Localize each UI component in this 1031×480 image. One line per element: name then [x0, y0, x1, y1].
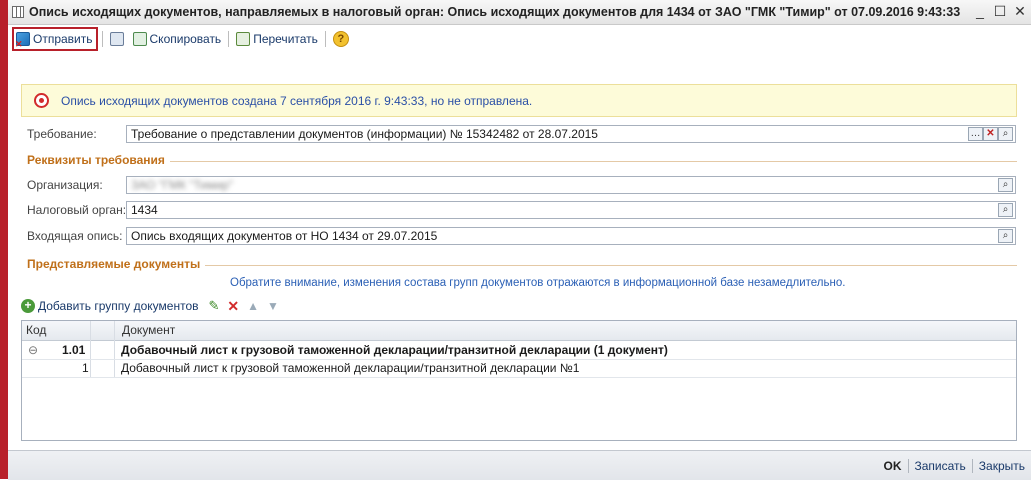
move-up-icon[interactable]: ▲ — [247, 299, 259, 313]
edit-icon[interactable]: ✎ — [209, 298, 220, 314]
notice-text: Опись исходящих документов создана 7 сен… — [61, 93, 533, 108]
close-window-button[interactable]: ✕ — [1013, 3, 1027, 20]
send-icon — [15, 32, 30, 50]
window-title: Опись исходящих документов, направляемых… — [29, 5, 961, 19]
requisites-section-title: Реквизиты требования — [27, 153, 165, 167]
warning-icon — [34, 93, 49, 108]
help-button[interactable]: ? — [330, 28, 355, 50]
save-button[interactable]: Записать — [915, 459, 966, 473]
organization-field[interactable]: ЗАО "ГМК "Тимир" ⌕ — [126, 176, 1016, 194]
open-icon[interactable]: ⌕ — [998, 127, 1013, 141]
row-code: 1 — [82, 361, 89, 375]
send-button[interactable]: Отправить — [12, 27, 98, 51]
move-down-icon[interactable]: ▼ — [267, 299, 279, 313]
table-row[interactable]: 1 Добавочный лист к грузовой таможенной … — [22, 359, 1016, 378]
requirement-value: Требование о представлении документов (и… — [131, 127, 598, 141]
incoming-inventory-field[interactable]: Опись входящих документов от НО 1434 от … — [126, 227, 1016, 245]
clear-icon[interactable]: ✕ — [983, 127, 998, 141]
section-divider — [170, 161, 1017, 162]
row-code: 1.01 — [62, 343, 86, 357]
help-icon: ? — [332, 31, 349, 47]
form-icon — [12, 6, 24, 18]
organization-value: ЗАО "ГМК "Тимир" — [131, 178, 234, 192]
add-group-button[interactable]: Добавить группу документов — [38, 299, 199, 313]
status-notice: Опись исходящих документов создана 7 сен… — [21, 84, 1017, 117]
reread-button[interactable]: Перечитать — [233, 28, 321, 50]
print-icon — [109, 32, 124, 46]
collapse-icon[interactable]: ⊖ — [28, 341, 38, 359]
requirement-label: Требование: — [27, 127, 97, 141]
title-bar: Опись исходящих документов, направляемых… — [8, 0, 1031, 25]
refresh-icon — [236, 32, 251, 46]
delete-icon[interactable]: ✕ — [227, 298, 239, 315]
add-icon: + — [21, 299, 35, 313]
toolbar: Отправить Скопировать Перечитать ? — [8, 25, 1031, 53]
open-icon[interactable]: ⌕ — [998, 203, 1013, 217]
copy-icon — [132, 32, 147, 46]
maximize-button[interactable]: ☐ — [993, 3, 1007, 20]
tax-authority-field[interactable]: 1434 ⌕ — [126, 201, 1016, 219]
print-button[interactable] — [107, 28, 130, 50]
row-document: Добавочный лист к грузовой таможенной де… — [121, 343, 668, 357]
tax-authority-value: 1434 — [131, 203, 158, 217]
grid-toolbar: + Добавить группу документов ✎ ✕ ▲ ▼ — [21, 296, 279, 316]
toolbar-separator — [101, 31, 103, 47]
column-document[interactable]: Документ — [118, 321, 175, 340]
incoming-inventory-label: Входящая опись: — [27, 229, 123, 243]
minimize-button[interactable]: _ — [973, 3, 987, 20]
table-header: Код Документ — [22, 321, 1016, 341]
column-code[interactable]: Код — [22, 321, 90, 340]
table-row[interactable]: ⊖ 1.01 Добавочный лист к грузовой таможе… — [22, 341, 1016, 360]
toolbar-separator — [324, 31, 326, 47]
organization-label: Организация: — [27, 178, 103, 192]
toolbar-separator — [228, 31, 230, 47]
copy-label: Скопировать — [149, 32, 222, 46]
select-button[interactable]: … — [968, 127, 983, 141]
footer-separator — [971, 458, 973, 473]
incoming-inventory-value: Опись входящих документов от НО 1434 от … — [131, 229, 438, 243]
requirement-field[interactable]: Требование о представлении документов (и… — [126, 125, 1016, 143]
send-label: Отправить — [33, 32, 93, 46]
footer-separator — [907, 458, 909, 473]
window-controls: _ ☐ ✕ — [973, 3, 1027, 20]
form-footer: OK Записать Закрыть — [8, 450, 1031, 480]
open-icon[interactable]: ⌕ — [998, 229, 1013, 243]
open-icon[interactable]: ⌕ — [998, 178, 1013, 192]
info-hint: Обратите внимание, изменения состава гру… — [230, 277, 846, 289]
reread-label: Перечитать — [253, 32, 318, 46]
ok-button[interactable]: OK — [884, 459, 902, 473]
documents-table[interactable]: Код Документ ⊖ 1.01 Добавочный лист к гр… — [21, 320, 1017, 441]
copy-button[interactable]: Скопировать — [130, 28, 225, 50]
close-button[interactable]: Закрыть — [979, 459, 1025, 473]
documents-section-title: Представляемые документы — [27, 257, 201, 271]
tax-authority-label: Налоговый орган: — [27, 203, 127, 217]
section-divider — [205, 265, 1017, 266]
row-document: Добавочный лист к грузовой таможенной де… — [121, 361, 580, 375]
